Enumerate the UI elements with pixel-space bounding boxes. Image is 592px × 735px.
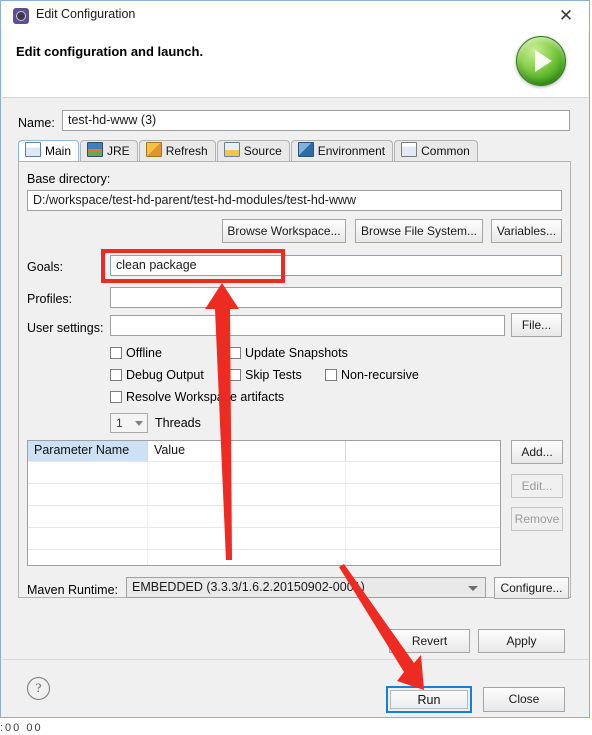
goals-label: Goals: bbox=[27, 260, 64, 274]
close-button[interactable]: Close bbox=[483, 687, 565, 712]
dialog-header: Edit configuration and launch. bbox=[2, 31, 588, 98]
tab-environment[interactable]: Environment bbox=[290, 140, 394, 162]
source-icon bbox=[223, 142, 240, 157]
profiles-label: Profiles: bbox=[27, 292, 73, 306]
tab-environment-label: Environment bbox=[317, 144, 386, 158]
checkbox-update-snapshots-box[interactable] bbox=[229, 347, 241, 359]
main-document-icon bbox=[25, 142, 41, 157]
threads-value: 1 bbox=[116, 416, 123, 430]
name-label: Name: bbox=[18, 116, 55, 130]
close-icon[interactable]: ✕ bbox=[553, 5, 579, 27]
refresh-icon bbox=[145, 142, 162, 157]
table-row[interactable] bbox=[28, 461, 500, 483]
table-row[interactable] bbox=[28, 505, 500, 527]
maven-runtime-value: EMBEDDED (3.3.3/1.6.2.20150902-0001) bbox=[132, 580, 365, 594]
checkbox-debug-output-label: Debug Output bbox=[126, 368, 204, 382]
configuration-gear-icon bbox=[13, 8, 29, 24]
table-rows bbox=[28, 461, 500, 565]
checkbox-offline-label: Offline bbox=[126, 346, 162, 360]
table-header-value[interactable]: Value bbox=[148, 441, 346, 461]
name-input[interactable]: test-hd-www (3) bbox=[62, 110, 570, 131]
checkbox-offline[interactable]: Offline bbox=[110, 346, 162, 360]
table-row[interactable] bbox=[28, 483, 500, 505]
edit-parameter-button: Edit... bbox=[511, 474, 563, 498]
revert-button[interactable]: Revert bbox=[389, 629, 470, 653]
tab-source[interactable]: Source bbox=[216, 140, 290, 162]
threads-stepper[interactable]: 1 bbox=[110, 413, 148, 433]
maven-runtime-select[interactable]: EMBEDDED (3.3.3/1.6.2.20150902-0001) bbox=[126, 577, 486, 598]
apply-button[interactable]: Apply bbox=[478, 629, 565, 653]
browse-workspace-button[interactable]: Browse Workspace... bbox=[222, 219, 346, 243]
checkbox-resolve-workspace-artifacts-label: Resolve Workspace artifacts bbox=[126, 390, 285, 404]
table-row[interactable] bbox=[28, 549, 500, 565]
configure-maven-runtime-button[interactable]: Configure... bbox=[494, 577, 569, 599]
jre-icon bbox=[87, 142, 104, 157]
threads-label: Threads bbox=[155, 416, 201, 430]
parameters-table[interactable]: Parameter Name Value bbox=[27, 440, 501, 566]
chevron-down-icon[interactable] bbox=[135, 421, 143, 426]
tab-jre[interactable]: JRE bbox=[80, 140, 138, 162]
checkbox-debug-output[interactable]: Debug Output bbox=[110, 368, 204, 382]
tab-jre-label: JRE bbox=[107, 144, 130, 158]
green-play-orb-icon bbox=[516, 36, 566, 86]
help-question-icon[interactable]: ? bbox=[27, 677, 50, 700]
checkbox-non-recursive-box[interactable] bbox=[325, 369, 337, 381]
run-button[interactable]: Run bbox=[386, 686, 472, 713]
tab-common-label: Common bbox=[421, 144, 470, 158]
checkbox-skip-tests-box[interactable] bbox=[229, 369, 241, 381]
tab-main[interactable]: Main bbox=[18, 140, 80, 162]
dialog-title: Edit Configuration bbox=[36, 7, 136, 21]
table-row[interactable] bbox=[28, 527, 500, 549]
tab-refresh[interactable]: Refresh bbox=[138, 140, 216, 162]
add-parameter-button[interactable]: Add... bbox=[511, 440, 563, 464]
base-directory-label: Base directory: bbox=[27, 172, 111, 186]
table-header-row: Parameter Name Value bbox=[28, 441, 500, 461]
remove-parameter-button: Remove bbox=[511, 507, 563, 531]
goals-input[interactable]: clean package bbox=[110, 255, 562, 276]
common-icon bbox=[401, 142, 418, 157]
user-settings-label: User settings: bbox=[27, 321, 104, 335]
checkbox-non-recursive-label: Non-recursive bbox=[341, 368, 419, 382]
tab-strip: Main JRE Refresh Source Environment Comm… bbox=[18, 140, 571, 162]
checkbox-resolve-workspace-artifacts-box[interactable] bbox=[110, 391, 122, 403]
maven-runtime-label: Maven Runtime: bbox=[27, 583, 119, 597]
user-settings-input[interactable] bbox=[110, 315, 505, 336]
checkbox-skip-tests-label: Skip Tests bbox=[245, 368, 302, 382]
base-directory-input[interactable]: D:/workspace/test-hd-parent/test-hd-modu… bbox=[27, 190, 562, 211]
user-settings-file-button[interactable]: File... bbox=[511, 313, 562, 337]
screenshot-root: e/e;ead;CsH o Edit Configuration ✕ Edit … bbox=[0, 0, 592, 735]
environment-icon bbox=[297, 142, 314, 157]
page-title: Edit configuration and launch. bbox=[16, 44, 204, 59]
checkbox-offline-box[interactable] bbox=[110, 347, 122, 359]
table-header-spacer bbox=[346, 441, 500, 461]
dialog-titlebar: Edit Configuration ✕ bbox=[1, 1, 589, 31]
browse-file-system-button[interactable]: Browse File System... bbox=[355, 219, 483, 243]
tab-main-label: Main bbox=[45, 144, 72, 158]
tab-source-label: Source bbox=[243, 144, 282, 158]
taskbar-clock-text: :00 00 bbox=[0, 722, 43, 734]
checkbox-skip-tests[interactable]: Skip Tests bbox=[229, 368, 302, 382]
tab-common[interactable]: Common bbox=[394, 140, 478, 162]
checkbox-debug-output-box[interactable] bbox=[110, 369, 122, 381]
checkbox-resolve-workspace-artifacts[interactable]: Resolve Workspace artifacts bbox=[110, 390, 284, 404]
profiles-input[interactable] bbox=[110, 287, 562, 308]
checkbox-non-recursive[interactable]: Non-recursive bbox=[325, 368, 419, 382]
table-header-parameter-name[interactable]: Parameter Name bbox=[28, 441, 148, 461]
checkbox-update-snapshots[interactable]: Update Snapshots bbox=[229, 346, 348, 360]
run-button-label: Run bbox=[390, 690, 468, 709]
checkbox-update-snapshots-label: Update Snapshots bbox=[245, 346, 348, 360]
tab-refresh-label: Refresh bbox=[165, 144, 208, 158]
variables-button[interactable]: Variables... bbox=[491, 219, 562, 243]
chevron-down-icon[interactable] bbox=[468, 586, 478, 591]
